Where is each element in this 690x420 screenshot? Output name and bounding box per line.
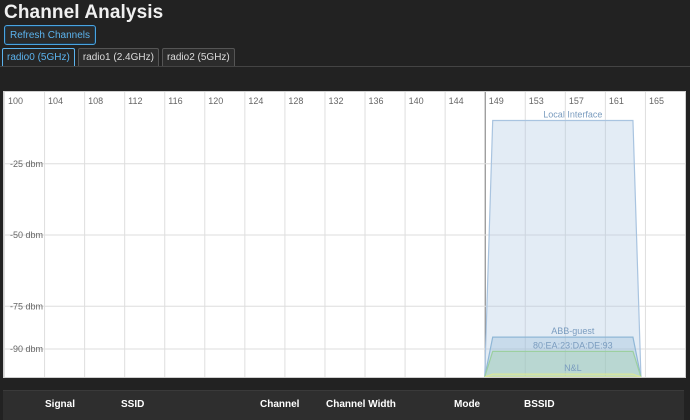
x-tick-label: 124	[248, 96, 263, 106]
series-label: N&L	[564, 363, 582, 373]
x-tick-label: 120	[208, 96, 223, 106]
x-tick-label: 161	[609, 96, 624, 106]
tab-radio2[interactable]: radio2 (5GHz)	[161, 48, 235, 66]
x-tick-label: 140	[409, 96, 424, 106]
y-tick-label: -75 dbm	[10, 301, 43, 311]
tab-radio0[interactable]: radio0 (5GHz)	[2, 48, 75, 66]
series-label: 80:EA:23:DA:DE:93	[533, 340, 613, 350]
signal-area	[484, 373, 642, 377]
x-tick-label: 108	[88, 96, 103, 106]
page-title: Channel Analysis	[4, 2, 164, 23]
x-tick-label: 100	[8, 96, 23, 106]
x-tick-label: 112	[128, 96, 142, 106]
y-tick-label: -90 dbm	[10, 344, 43, 354]
channel-chart: 100 104 108 112 116 120 124 128 132 136 140 144 149 1…	[3, 91, 686, 378]
results-table-header: Signal SSID Channel Channel Width Mode B…	[3, 390, 684, 420]
tab-divider	[0, 66, 690, 67]
x-tick-label: 165	[649, 96, 664, 106]
x-tick-label: 157	[569, 96, 584, 106]
tab-radio1[interactable]: radio1 (2.4GHz)	[77, 48, 159, 66]
x-tick-label: 128	[288, 96, 303, 106]
radio-tabs: radio0 (5GHz) radio1 (2.4GHz) radio2 (5G…	[2, 48, 235, 66]
series-label: Local Interface	[543, 110, 602, 120]
series-label: ABB-guest	[551, 326, 595, 336]
y-tick-label: -25 dbm	[10, 159, 43, 169]
x-tick-label: 136	[369, 96, 384, 106]
x-tick-label: 132	[328, 96, 343, 106]
channel-chart-svg: 100 104 108 112 116 120 124 128 132 136 140 144 149 1…	[4, 92, 685, 377]
column-header-channel: Channel	[260, 399, 300, 410]
x-tick-label: 149	[489, 96, 504, 106]
y-tick-label: -50 dbm	[10, 230, 43, 240]
refresh-channels-button[interactable]: Refresh Channels	[4, 25, 96, 45]
column-header-bssid: BSSID	[524, 399, 555, 410]
column-header-signal: Signal	[45, 399, 76, 410]
x-tick-label: 104	[48, 96, 63, 106]
column-header-mode: Mode	[454, 399, 481, 410]
x-tick-label: 153	[529, 96, 544, 106]
x-tick-label: 144	[449, 96, 464, 106]
signal-area	[484, 350, 642, 377]
column-header-channel-width: Channel Width	[326, 399, 396, 410]
column-header-ssid: SSID	[121, 399, 145, 410]
x-tick-label: 116	[168, 96, 182, 106]
